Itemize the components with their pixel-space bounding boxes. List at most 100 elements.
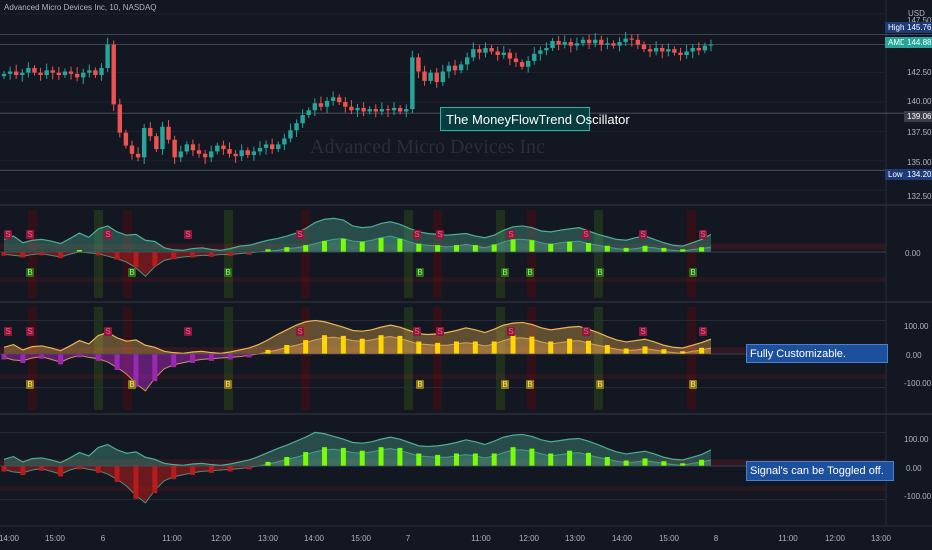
flow-histogram-bar (1, 466, 7, 472)
candle-body (306, 110, 311, 115)
customizable-note: Fully Customizable. (746, 344, 888, 363)
flow-histogram-bar (322, 447, 328, 466)
flow-histogram-bar (58, 354, 64, 365)
pane3-tick-100: 100.00 (904, 435, 929, 444)
time-label: 8 (713, 534, 719, 543)
time-label: 14:00 (0, 534, 20, 543)
sell-signal-label: S (297, 230, 302, 239)
candle-body (355, 107, 360, 111)
candle-body (623, 38, 628, 43)
flow-histogram-bar (265, 249, 271, 252)
candle-body (13, 71, 19, 76)
signal-zone-column (687, 307, 696, 410)
signal-zone-column (301, 210, 310, 298)
candle-body (330, 97, 336, 101)
buy-signal-label: B (527, 268, 532, 277)
time-label: 11:00 (778, 534, 798, 543)
symbol-watermark: Advanced Micro Devices Inc (310, 136, 545, 158)
buy-signal-label: B (225, 268, 230, 277)
flow-histogram-bar (397, 447, 403, 466)
flow-histogram-bar (472, 341, 478, 354)
buy-signal-label: B (417, 380, 422, 389)
candle-body (245, 150, 250, 155)
candle-body (617, 42, 622, 46)
candle-body (269, 144, 275, 150)
flow-histogram-bar (491, 244, 497, 252)
time-label: 12:00 (210, 534, 232, 543)
candle-body (416, 57, 421, 72)
flow-histogram-bar (529, 448, 535, 466)
time-label: 12:00 (824, 534, 846, 543)
flow-histogram-bar (303, 245, 309, 252)
candle-body (20, 72, 25, 76)
candle-body (611, 43, 616, 46)
candle-body (123, 132, 129, 146)
signal-zone-column (496, 307, 505, 410)
pane3-tick-minus-100: -100.00 (904, 492, 932, 501)
candle-body (38, 72, 43, 76)
candle-body (257, 147, 263, 152)
pane2-tick-100: 100.00 (904, 322, 929, 331)
flow-histogram-bar (20, 252, 26, 258)
flow-histogram-bar (378, 238, 384, 252)
candle-body (251, 151, 257, 155)
sell-signal-label: S (185, 230, 190, 239)
candle-body (62, 71, 68, 76)
candle-body (568, 42, 574, 46)
candle-body (312, 103, 318, 111)
flow-histogram-bar (567, 450, 573, 466)
candle-body (361, 107, 366, 112)
flow-histogram-bar (435, 245, 441, 252)
candle-body (44, 70, 49, 76)
flow-histogram-bar (397, 238, 403, 252)
candle-body (458, 64, 464, 71)
candle-body (68, 71, 74, 74)
candle-body (586, 39, 592, 44)
candle-body (337, 97, 342, 103)
candle-body (263, 144, 269, 148)
candle-body (1, 73, 7, 77)
sell-signal-label: S (508, 230, 513, 239)
flow-histogram-bar (208, 252, 214, 257)
candle-body (404, 109, 409, 112)
buy-signal-label: B (597, 380, 602, 389)
flow-histogram-bar (76, 354, 82, 358)
flow-histogram-bar (152, 354, 158, 382)
candle-body (666, 49, 671, 52)
signals-toggle-note: Signal's can be Toggled off. (746, 461, 894, 481)
candle-body (574, 43, 580, 46)
flow-histogram-bar (39, 252, 45, 256)
signal-zone-column (594, 210, 603, 298)
flow-histogram-bar (114, 466, 120, 482)
flow-histogram-bar (322, 240, 328, 252)
flow-histogram-bar (340, 238, 346, 252)
sell-signal-label: S (640, 327, 645, 336)
flow-histogram-bar (529, 336, 535, 354)
flow-histogram-bar (453, 245, 459, 252)
flow-histogram-bar (322, 335, 328, 354)
candle-body (141, 127, 147, 158)
flow-histogram-bar (246, 466, 252, 470)
candle-body (440, 71, 446, 83)
flow-histogram-bar (39, 354, 45, 359)
chart-title: Advanced Micro Devices Inc, 10, NASDAQ (4, 3, 157, 12)
buy-signal-label: B (502, 268, 507, 277)
sell-signal-label: S (414, 327, 419, 336)
sell-signal-label: S (437, 230, 442, 239)
candle-body (525, 60, 531, 67)
candle-body (690, 47, 695, 52)
sell-signal-label: S (105, 327, 110, 336)
flow-histogram-bar (284, 247, 290, 252)
flow-histogram-bar (246, 354, 252, 358)
buy-signal-label: B (690, 380, 695, 389)
flow-histogram-bar (397, 335, 403, 354)
flow-histogram-bar (699, 247, 705, 252)
flow-histogram-bar (76, 466, 82, 470)
flow-histogram-bar (680, 249, 686, 252)
sell-signal-label: S (583, 230, 588, 239)
candle-body (50, 70, 55, 73)
candle-body (391, 107, 397, 111)
candle-body (513, 58, 519, 63)
candle-body (434, 72, 439, 83)
signal-zone-column (527, 210, 536, 298)
